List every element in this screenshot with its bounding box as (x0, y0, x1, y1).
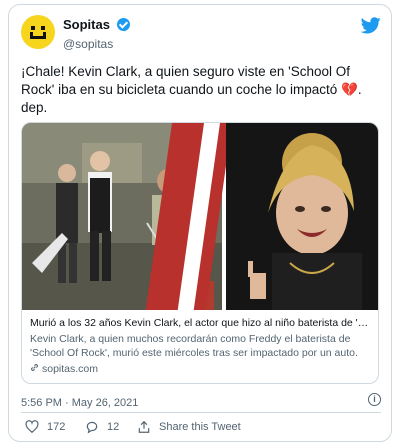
divider (21, 412, 381, 413)
link-description: Kevin Clark, a quien muchos recordarán c… (30, 333, 358, 359)
share-button[interactable]: Share this Tweet (137, 420, 241, 434)
like-count: 172 (47, 421, 66, 433)
timestamp[interactable]: 5:56 PM · May 26, 2021 (21, 397, 138, 409)
tweet-actions: 172 12 Share this Tweet (25, 420, 385, 438)
share-label: Share this Tweet (159, 421, 241, 433)
timestamp-row: 5:56 PM · May 26, 2021 i (21, 393, 381, 409)
link-title[interactable]: Murió a los 32 años Kevin Clark, el acto… (30, 316, 372, 330)
author-names: Sopitas @sopitas (63, 16, 131, 51)
tweet-text-body: ¡Chale! Kevin Clark, a quien seguro vist… (21, 64, 350, 97)
reply-button[interactable]: 12 (85, 420, 119, 434)
tweet-embed-card[interactable]: Sopitas @sopitas ¡Chale! Kevin Clark, a … (8, 4, 392, 442)
verified-badge-icon (117, 18, 131, 32)
link-icon (31, 364, 38, 371)
link-preview-meta: Murió a los 32 años Kevin Clark, el acto… (30, 316, 372, 376)
link-preview-card[interactable]: Murió a los 32 años Kevin Clark, el acto… (21, 122, 379, 384)
avatar[interactable] (21, 15, 55, 49)
reply-count: 12 (107, 421, 120, 433)
share-icon (138, 420, 150, 433)
twitter-bird-icon[interactable] (361, 17, 381, 34)
tweet-text: ¡Chale! Kevin Clark, a quien seguro vist… (21, 63, 381, 117)
article-image (22, 123, 378, 310)
like-button[interactable]: 172 (25, 420, 65, 434)
heart-icon (25, 420, 39, 434)
author-handle[interactable]: @sopitas (63, 37, 130, 51)
link-domain: sopitas.com (42, 363, 99, 375)
tweet-header: Sopitas @sopitas (21, 15, 381, 55)
broken-heart-icon: 💔 (341, 82, 358, 97)
author-display-name[interactable]: Sopitas (63, 17, 110, 32)
link-domain-row: sopitas.com (30, 362, 372, 376)
reply-icon (86, 421, 98, 434)
info-icon[interactable]: i (368, 393, 381, 406)
